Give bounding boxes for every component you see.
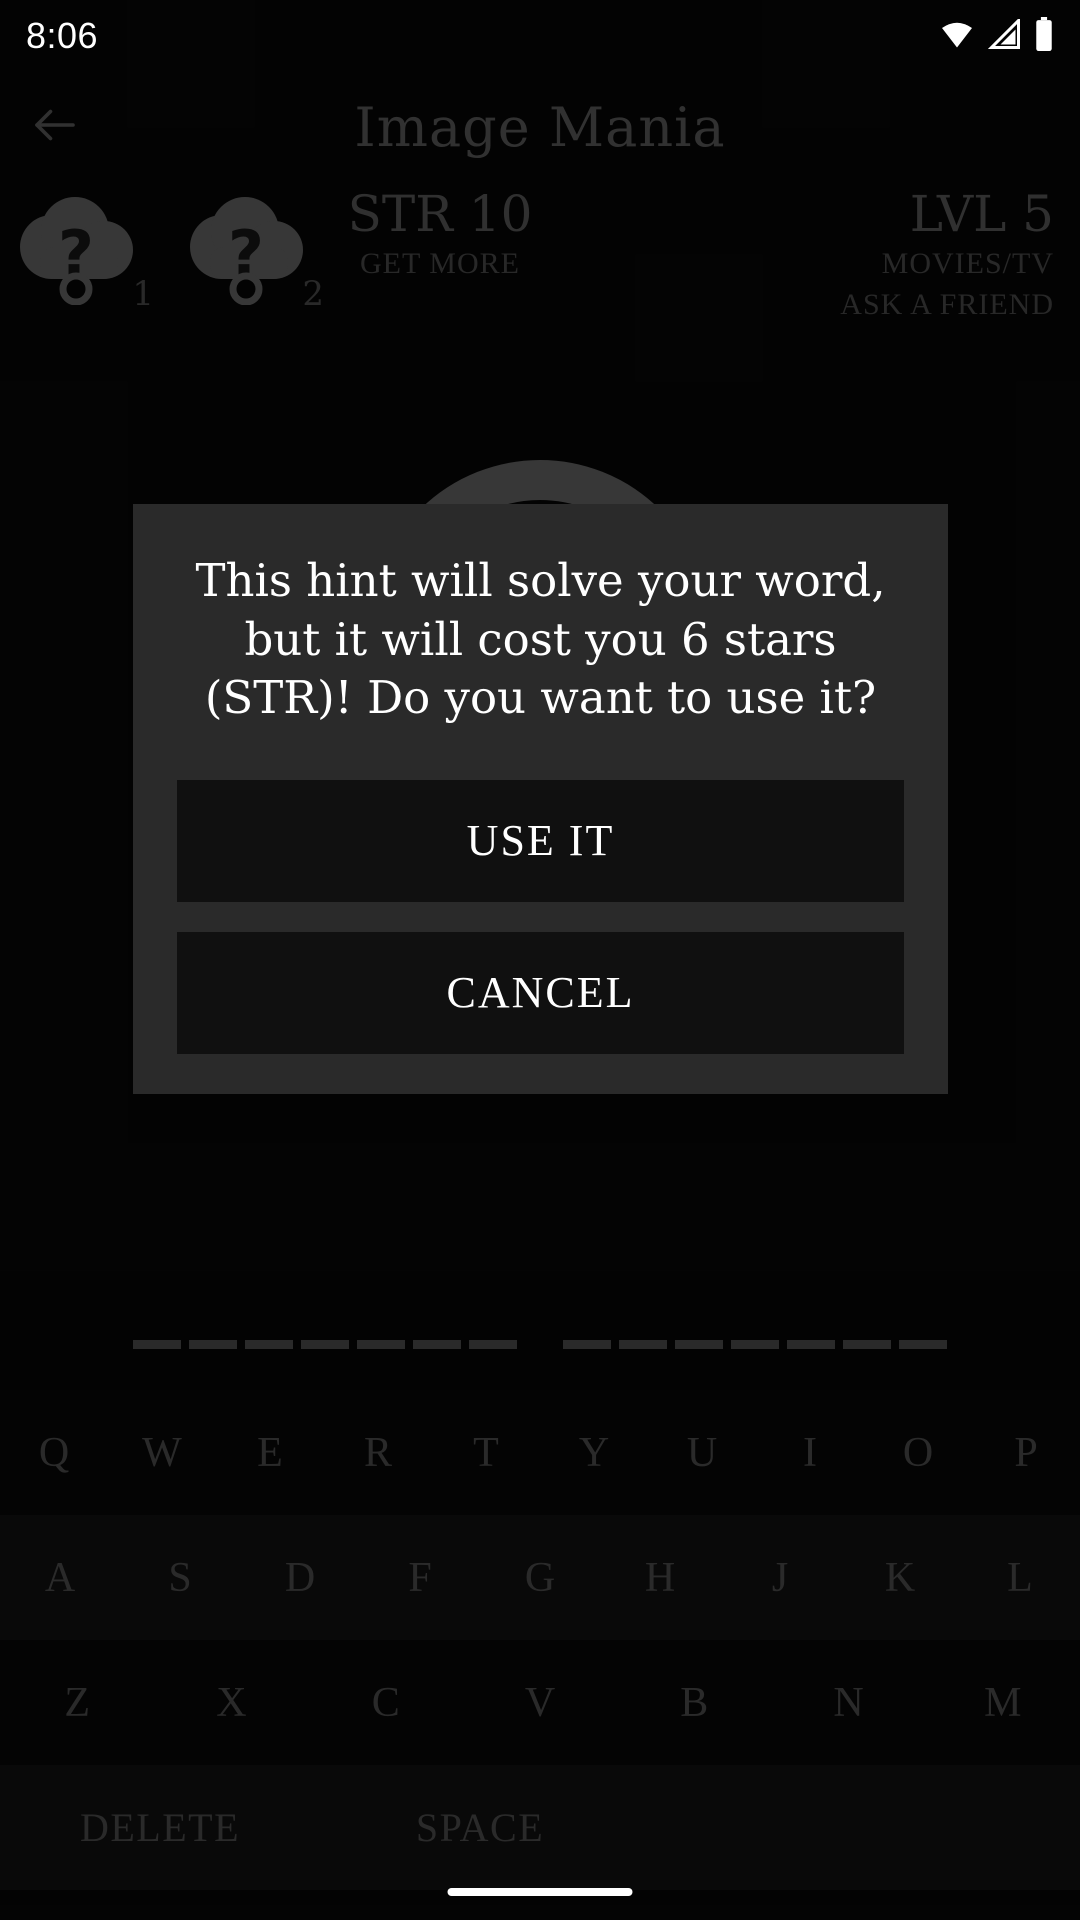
letter-blank	[469, 1340, 517, 1349]
key-a[interactable]: A	[0, 1515, 120, 1640]
level-value: LVL 5	[909, 185, 1054, 243]
cellular-signal-icon	[987, 16, 1022, 54]
status-icons	[938, 16, 1054, 56]
letter-blank	[245, 1340, 293, 1349]
hint-count-2: 2	[302, 274, 324, 314]
letter-blank	[301, 1340, 349, 1349]
key-u[interactable]: U	[648, 1390, 756, 1515]
key-z[interactable]: Z	[0, 1640, 154, 1765]
key-e[interactable]: E	[216, 1390, 324, 1515]
key-d[interactable]: D	[240, 1515, 360, 1640]
key-t[interactable]: T	[432, 1390, 540, 1515]
level-category: MOVIES/TV	[881, 247, 1054, 280]
strength-value: STR 10	[347, 185, 533, 243]
page-title: Image Mania	[354, 95, 726, 159]
key-l[interactable]: L	[960, 1515, 1080, 1640]
key-g[interactable]: G	[480, 1515, 600, 1640]
delete-key[interactable]: DELETE	[0, 1765, 320, 1890]
use-it-button[interactable]: USE IT	[177, 779, 904, 902]
hint-count-1: 1	[132, 274, 154, 314]
hints-group: ? 1 ? 2	[10, 195, 330, 314]
letter-blank	[413, 1340, 461, 1349]
key-o[interactable]: O	[864, 1390, 972, 1515]
keyboard-row-2: A S D F G H J K L	[0, 1515, 1080, 1640]
cancel-button[interactable]: CANCEL	[177, 931, 904, 1054]
key-m[interactable]: M	[926, 1640, 1080, 1765]
key-r[interactable]: R	[324, 1390, 432, 1515]
keyboard-row-3: Z X C V B N M	[0, 1640, 1080, 1765]
get-more-button[interactable]: GET MORE	[340, 244, 540, 285]
key-n[interactable]: N	[771, 1640, 925, 1765]
on-screen-keyboard: Q W E R T Y U I O P A S D F G H J K L Z …	[0, 1390, 1080, 1890]
app-bar: Image Mania	[0, 72, 1080, 182]
key-h[interactable]: H	[600, 1515, 720, 1640]
space-key[interactable]: SPACE	[320, 1765, 640, 1890]
hint-button-1[interactable]: ? 1	[10, 195, 160, 314]
dialog-actions: USE IT CANCEL	[177, 779, 904, 1054]
letter-blank	[189, 1340, 237, 1349]
key-y[interactable]: Y	[540, 1390, 648, 1515]
letter-blank	[843, 1340, 891, 1349]
key-j[interactable]: J	[720, 1515, 840, 1640]
letter-blank	[133, 1340, 181, 1349]
key-q[interactable]: Q	[0, 1390, 108, 1515]
letter-blank	[675, 1340, 723, 1349]
level-stat: LVL 5 MOVIES/TV ASK A FRIEND	[714, 185, 1054, 325]
cloud-question-hint-icon: ?	[180, 197, 310, 309]
key-w[interactable]: W	[108, 1390, 216, 1515]
key-s[interactable]: S	[120, 1515, 240, 1640]
app-root: Image Mania ? 1 ? 2 STR 10 GET MORE LVL …	[0, 0, 1080, 1920]
answer-word-1	[133, 1340, 517, 1349]
cloud-question-hint-icon: ?	[10, 197, 140, 309]
status-bar: 8:06	[0, 0, 1080, 72]
battery-icon	[1034, 16, 1054, 56]
answer-word-2	[563, 1340, 947, 1349]
key-i[interactable]: I	[756, 1390, 864, 1515]
letter-blank	[619, 1340, 667, 1349]
letter-blank	[563, 1340, 611, 1349]
home-indicator	[447, 1888, 633, 1896]
hint-confirm-dialog: This hint will solve your word, but it w…	[133, 504, 948, 1094]
letter-blank	[899, 1340, 947, 1349]
hint-button-2[interactable]: ? 2	[180, 195, 330, 314]
wifi-icon	[938, 19, 976, 54]
status-time: 8:06	[26, 15, 99, 56]
letter-blank	[731, 1340, 779, 1349]
key-k[interactable]: K	[840, 1515, 960, 1640]
answer-blanks	[0, 1340, 1080, 1380]
stats-row: ? 1 ? 2 STR 10 GET MORE LVL 5 MOVIES/TV …	[0, 185, 1080, 355]
keyboard-row-4: DELETE SPACE	[0, 1765, 1080, 1890]
key-x[interactable]: X	[154, 1640, 308, 1765]
letter-blank	[357, 1340, 405, 1349]
key-f[interactable]: F	[360, 1515, 480, 1640]
key-c[interactable]: C	[309, 1640, 463, 1765]
key-v[interactable]: V	[463, 1640, 617, 1765]
ask-a-friend-button[interactable]: ASK A FRIEND	[714, 285, 1054, 326]
key-p[interactable]: P	[972, 1390, 1080, 1515]
keyboard-row-1: Q W E R T Y U I O P	[0, 1390, 1080, 1515]
key-b[interactable]: B	[617, 1640, 771, 1765]
letter-blank	[787, 1340, 835, 1349]
strength-stat: STR 10 GET MORE	[340, 185, 540, 285]
dialog-message: This hint will solve your word, but it w…	[195, 554, 886, 724]
